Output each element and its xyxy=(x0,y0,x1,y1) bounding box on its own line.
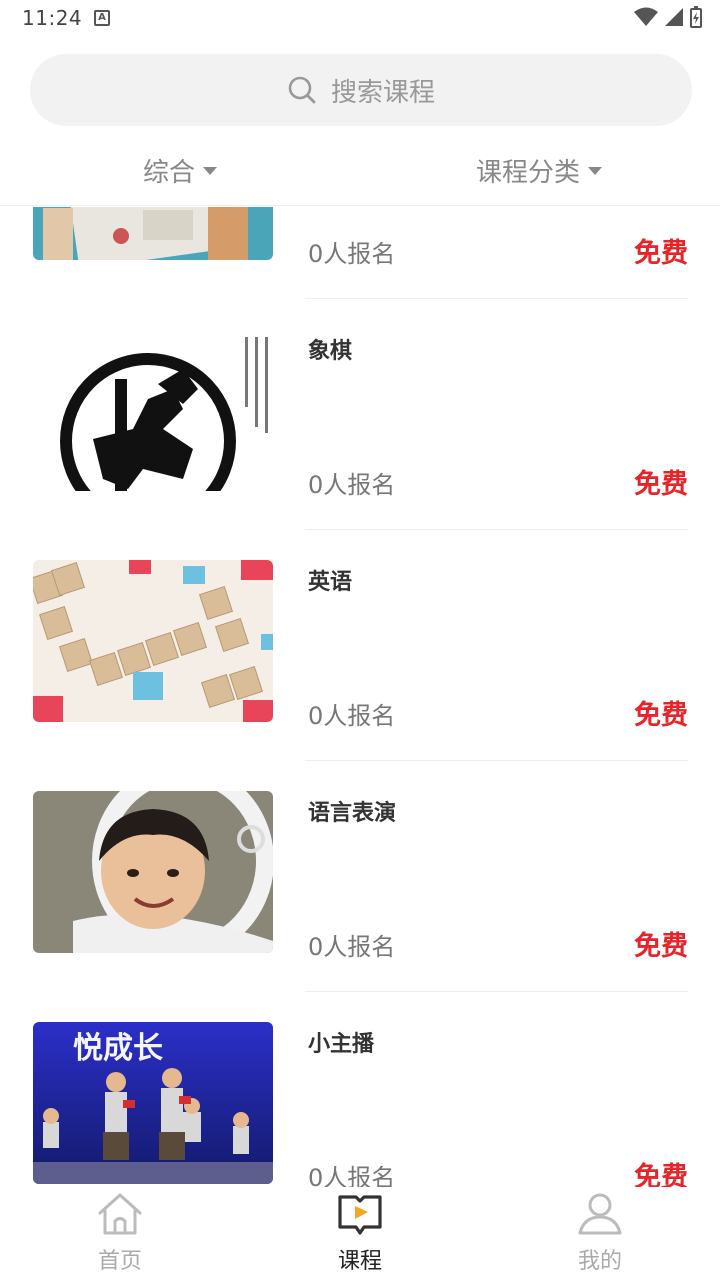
status-bar: 11:24 A xyxy=(0,0,720,38)
stamp-cards-image xyxy=(33,207,273,260)
nav-mine-label: 我的 xyxy=(577,1249,622,1274)
course-title: 象棋 xyxy=(308,339,353,364)
home-icon xyxy=(98,1193,142,1235)
search-icon xyxy=(288,76,316,104)
enroll-count: 0人报名 xyxy=(308,1164,396,1187)
course-thumbnail[interactable] xyxy=(33,329,273,491)
nav-home[interactable]: 首页 xyxy=(60,1191,180,1275)
price-label: 免费 xyxy=(634,700,688,731)
sort-filter-label: 综合 xyxy=(143,158,196,188)
course-item[interactable]: 0人报名 免费 xyxy=(0,207,720,299)
price-label: 免费 xyxy=(634,469,688,500)
enroll-count: 0人报名 xyxy=(308,702,396,730)
enroll-count: 0人报名 xyxy=(308,471,396,499)
stage-kids-image: 悦成长 xyxy=(33,1022,273,1184)
course-thumbnail[interactable] xyxy=(33,560,273,722)
status-icons xyxy=(634,6,702,28)
chess-seal-image xyxy=(33,329,273,491)
price-label: 免费 xyxy=(634,1162,688,1187)
course-thumbnail[interactable]: 悦成长 xyxy=(33,1022,273,1184)
nav-mine[interactable]: 我的 xyxy=(540,1191,660,1275)
status-time: 11:24 xyxy=(22,6,83,30)
sort-filter[interactable]: 综合 xyxy=(143,152,218,189)
battery-icon xyxy=(690,6,702,28)
course-list-viewport[interactable]: 0人报名 免费 象棋 0人报名 免费 英语 0人报名 免费 语言表演 0人报名 … xyxy=(0,207,720,1187)
course-play-icon xyxy=(338,1195,382,1235)
course-item[interactable]: 英语 0人报名 免费 xyxy=(0,530,720,761)
course-title: 语言表演 xyxy=(308,801,397,826)
course-thumbnail[interactable] xyxy=(33,207,273,260)
course-list: 0人报名 免费 象棋 0人报名 免费 英语 0人报名 免费 语言表演 0人报名 … xyxy=(0,207,720,1187)
notification-a-icon: A xyxy=(94,10,110,26)
enroll-count: 0人报名 xyxy=(308,240,396,268)
signal-icon xyxy=(665,8,683,26)
enroll-count: 0人报名 xyxy=(308,933,396,961)
stage-banner-text: 悦成长 xyxy=(73,1031,163,1066)
course-item[interactable]: 悦成长 小主播 0人报名 免费 xyxy=(0,992,720,1187)
child-astronaut-image xyxy=(33,791,273,953)
nav-home-label: 首页 xyxy=(97,1249,142,1274)
caret-down-icon xyxy=(588,166,603,175)
scrabble-tiles-image xyxy=(33,560,273,722)
filter-row: 综合 课程分类 xyxy=(0,140,720,206)
course-title: 小主播 xyxy=(308,1032,375,1057)
course-title: 英语 xyxy=(308,570,353,595)
price-label: 免费 xyxy=(634,931,688,962)
caret-down-icon xyxy=(203,166,218,175)
category-filter-label: 课程分类 xyxy=(476,158,581,188)
user-icon xyxy=(578,1193,622,1235)
nav-course[interactable]: 课程 xyxy=(300,1191,420,1275)
course-item[interactable]: 象棋 0人报名 免费 xyxy=(0,299,720,530)
course-thumbnail[interactable] xyxy=(33,791,273,953)
bottom-nav: 首页 课程 我的 xyxy=(0,1187,720,1280)
price-label: 免费 xyxy=(634,238,688,269)
nav-course-label: 课程 xyxy=(337,1249,382,1274)
course-item[interactable]: 语言表演 0人报名 免费 xyxy=(0,761,720,992)
wifi-icon xyxy=(634,7,658,26)
category-filter[interactable]: 课程分类 xyxy=(476,152,603,189)
search-placeholder: 搜索课程 xyxy=(330,77,435,108)
search-bar[interactable]: 搜索课程 xyxy=(30,54,692,126)
